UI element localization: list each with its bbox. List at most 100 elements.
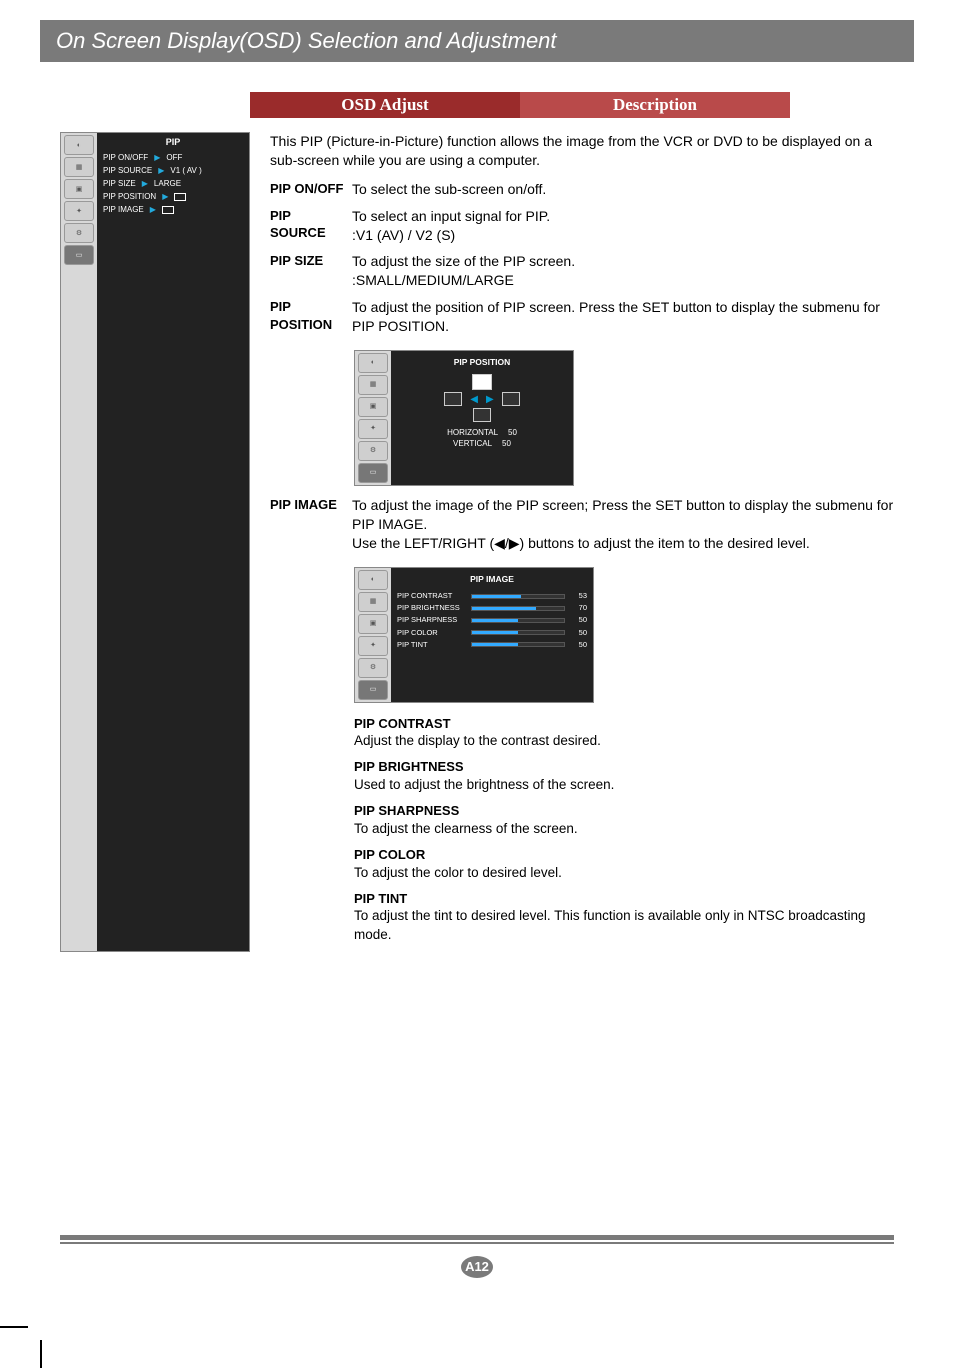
sub-definition: PIP TINT To adjust the tint to desired l… bbox=[354, 890, 894, 944]
definition-row: PIP SOURCE To select an input signal for… bbox=[270, 207, 894, 245]
pip-horizontal-value: 50 bbox=[508, 428, 517, 439]
arrow-icon: ▶ bbox=[150, 205, 156, 214]
sub-title: PIP COLOR bbox=[354, 846, 894, 864]
pip-image-row-label: PIP COLOR bbox=[397, 628, 467, 638]
slider-fill bbox=[472, 595, 521, 598]
slider-bar bbox=[471, 618, 565, 623]
osd-list: PIP PIP ON/OFF ▶ OFF PIP SOURCE ▶ V1 ( A… bbox=[97, 133, 249, 951]
position-glyph-icon bbox=[174, 193, 186, 201]
definition-term: PIP POSITION bbox=[270, 298, 344, 336]
description-column: This PIP (Picture-in-Picture) function a… bbox=[270, 132, 894, 952]
slider-bar bbox=[471, 606, 565, 611]
osd-item-label: PIP IMAGE bbox=[103, 205, 144, 214]
slider-fill bbox=[472, 607, 536, 610]
intro-text: This PIP (Picture-in-Picture) function a… bbox=[270, 132, 894, 170]
slider-fill bbox=[472, 631, 518, 634]
right-arrow-icon: ▶ bbox=[486, 393, 494, 407]
sub-title: PIP TINT bbox=[354, 890, 894, 908]
definition-text: To adjust the position of PIP screen. Pr… bbox=[352, 298, 894, 336]
slider-fill bbox=[472, 643, 518, 646]
page-title: On Screen Display(OSD) Selection and Adj… bbox=[40, 20, 914, 62]
pip-image-row-label: PIP SHARPNESS bbox=[397, 615, 467, 625]
sub-title: PIP BRIGHTNESS bbox=[354, 758, 894, 776]
osd-side-icons: ◐ ▦ ▣ ✦ ⚙ ▭ bbox=[355, 568, 391, 702]
sub-desc: To adjust the tint to desired level. Thi… bbox=[354, 907, 894, 943]
pip-position-panel-illustration: ◐ ▦ ▣ ✦ ⚙ ▭ PIP POSITION ◀ bbox=[354, 350, 574, 486]
slider-bar bbox=[471, 642, 565, 647]
sub-title: PIP CONTRAST bbox=[354, 715, 894, 733]
page-content: OSD Adjust Description ◐ ▦ ▣ ✦ ⚙ ▭ PIP P… bbox=[0, 62, 954, 952]
osd-pip-menu-illustration: ◐ ▦ ▣ ✦ ⚙ ▭ PIP PIP ON/OFF ▶ OFF PIP SOU… bbox=[60, 132, 250, 952]
pip-image-row-label: PIP BRIGHTNESS bbox=[397, 603, 467, 613]
osd-side-icon-pip: ▭ bbox=[358, 463, 388, 483]
slider-fill bbox=[472, 619, 518, 622]
arrow-icon: ▶ bbox=[154, 153, 160, 162]
crop-mark bbox=[0, 1326, 28, 1328]
pip-image-row: PIP COLOR 50 bbox=[397, 628, 587, 638]
definition-row: PIP ON/OFF To select the sub-screen on/o… bbox=[270, 180, 894, 199]
osd-side-icon: ⚙ bbox=[64, 223, 94, 243]
osd-side-icon: ◐ bbox=[64, 135, 94, 155]
osd-item-label: PIP SIZE bbox=[103, 179, 136, 188]
pip-image-row: PIP SHARPNESS 50 bbox=[397, 615, 587, 625]
pip-image-row: PIP BRIGHTNESS 70 bbox=[397, 603, 587, 613]
osd-side-icon: ▦ bbox=[358, 592, 388, 612]
pip-image-row-value: 50 bbox=[569, 615, 587, 625]
osd-side-icons: ◐ ▦ ▣ ✦ ⚙ ▭ bbox=[61, 133, 97, 951]
sub-desc: Adjust the display to the contrast desir… bbox=[354, 732, 894, 750]
section-header-bar: OSD Adjust Description bbox=[250, 92, 790, 118]
pip-image-title: PIP IMAGE bbox=[397, 574, 587, 585]
definition-term: PIP SIZE bbox=[270, 252, 344, 290]
osd-side-icon: ▣ bbox=[358, 397, 388, 417]
osd-item-value: V1 ( AV ) bbox=[170, 166, 201, 175]
osd-side-icon: ✦ bbox=[64, 201, 94, 221]
definition-text: To adjust the image of the PIP screen; P… bbox=[352, 496, 894, 553]
osd-side-icon: ▣ bbox=[358, 614, 388, 634]
pip-image-row: PIP TINT 50 bbox=[397, 640, 587, 650]
osd-list-item: PIP IMAGE ▶ bbox=[103, 203, 243, 216]
pip-position-title: PIP POSITION bbox=[397, 357, 567, 368]
pip-position-body: PIP POSITION ◀ ▶ bbox=[391, 351, 573, 485]
definition-term: PIP SOURCE bbox=[270, 207, 344, 245]
osd-side-icon: ◐ bbox=[358, 570, 388, 590]
sub-desc: To adjust the clearness of the screen. bbox=[354, 820, 894, 838]
definition-text: To select the sub-screen on/off. bbox=[352, 180, 894, 199]
sub-desc: To adjust the color to desired level. bbox=[354, 864, 894, 882]
osd-side-icon: ✦ bbox=[358, 419, 388, 439]
osd-list-item: PIP ON/OFF ▶ OFF bbox=[103, 151, 243, 164]
page-footer: A12 bbox=[0, 1235, 954, 1278]
position-option-icon bbox=[444, 392, 462, 406]
sub-definition: PIP BRIGHTNESS Used to adjust the bright… bbox=[354, 758, 894, 794]
osd-item-label: PIP ON/OFF bbox=[103, 153, 148, 162]
pip-image-row-label: PIP TINT bbox=[397, 640, 467, 650]
osd-side-icon: ▦ bbox=[358, 375, 388, 395]
footer-rule bbox=[60, 1235, 894, 1240]
arrow-icon: ▶ bbox=[162, 192, 168, 201]
pip-image-row-value: 53 bbox=[569, 591, 587, 601]
crop-mark bbox=[40, 1340, 42, 1368]
image-glyph-icon bbox=[162, 206, 174, 214]
osd-side-icon-pip: ▭ bbox=[64, 245, 94, 265]
definition-row: PIP IMAGE To adjust the image of the PIP… bbox=[270, 496, 894, 553]
pip-image-body: PIP IMAGE PIP CONTRAST 53 PIP BRIGHTNESS… bbox=[391, 568, 593, 702]
osd-side-icon: ✦ bbox=[358, 636, 388, 656]
sub-definition: PIP SHARPNESS To adjust the clearness of… bbox=[354, 802, 894, 838]
pip-image-row-label: PIP CONTRAST bbox=[397, 591, 467, 601]
definition-term: PIP IMAGE bbox=[270, 496, 344, 553]
osd-side-icon: ▦ bbox=[64, 157, 94, 177]
osd-item-label: PIP SOURCE bbox=[103, 166, 152, 175]
osd-side-icon: ⚙ bbox=[358, 658, 388, 678]
arrow-icon: ▶ bbox=[142, 179, 148, 188]
osd-side-icon: ⚙ bbox=[358, 441, 388, 461]
section-header-right: Description bbox=[520, 92, 790, 118]
osd-item-label: PIP POSITION bbox=[103, 192, 156, 201]
osd-item-value: OFF bbox=[166, 153, 182, 162]
definition-row: PIP POSITION To adjust the position of P… bbox=[270, 298, 894, 336]
pip-image-row-value: 70 bbox=[569, 603, 587, 613]
definition-row: PIP SIZE To adjust the size of the PIP s… bbox=[270, 252, 894, 290]
position-option-icon bbox=[473, 408, 491, 422]
pip-vertical-value: 50 bbox=[502, 439, 511, 450]
sub-desc: Used to adjust the brightness of the scr… bbox=[354, 776, 894, 794]
sub-definition: PIP CONTRAST Adjust the display to the c… bbox=[354, 715, 894, 751]
definition-text: To adjust the size of the PIP screen. :S… bbox=[352, 252, 894, 290]
